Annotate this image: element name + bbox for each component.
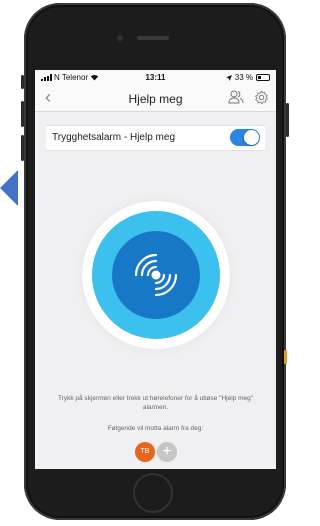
navigation-bar: ‹ Hjelp meg — [35, 85, 276, 112]
toggle-knob — [244, 130, 259, 145]
alarm-signal-icon — [134, 253, 178, 297]
instruction-text: Trykk på skjermen eller trekk ut hørelef… — [57, 395, 254, 411]
volume-up-button — [21, 101, 24, 127]
settings-gear-icon[interactable] — [254, 90, 269, 105]
volume-down-button — [21, 135, 24, 161]
earpiece-speaker — [137, 36, 169, 40]
battery-icon — [256, 74, 270, 81]
recipients-label: Følgende vil motta alarm fra deg: — [107, 425, 204, 432]
alarm-toggle-switch[interactable] — [230, 129, 260, 146]
pointer-arrow — [0, 170, 18, 206]
contact-avatar[interactable]: TB — [135, 442, 155, 462]
alarm-toggle-label: Trygghetsalarm - Hjelp meg — [52, 132, 176, 143]
mute-switch — [21, 75, 24, 89]
alarm-toggle-row: Trygghetsalarm - Hjelp meg — [46, 125, 265, 151]
front-camera — [117, 35, 123, 41]
location-arrow-icon — [225, 74, 232, 81]
status-bar: N Telenor 13:11 33 % — [35, 70, 276, 85]
contacts-icon[interactable] — [228, 90, 244, 104]
add-contact-button[interactable]: + — [157, 442, 177, 462]
status-right: 33 % — [225, 73, 270, 82]
battery-level — [258, 76, 261, 79]
battery-percent: 33 % — [234, 73, 253, 82]
home-button[interactable] — [133, 473, 173, 513]
edge-marker — [284, 350, 287, 364]
phone-frame: N Telenor 13:11 33 % ‹ Hjelp meg Trygghe… — [21, 3, 289, 520]
app-screen: N Telenor 13:11 33 % ‹ Hjelp meg Trygghe… — [35, 70, 276, 469]
power-button — [286, 103, 289, 137]
